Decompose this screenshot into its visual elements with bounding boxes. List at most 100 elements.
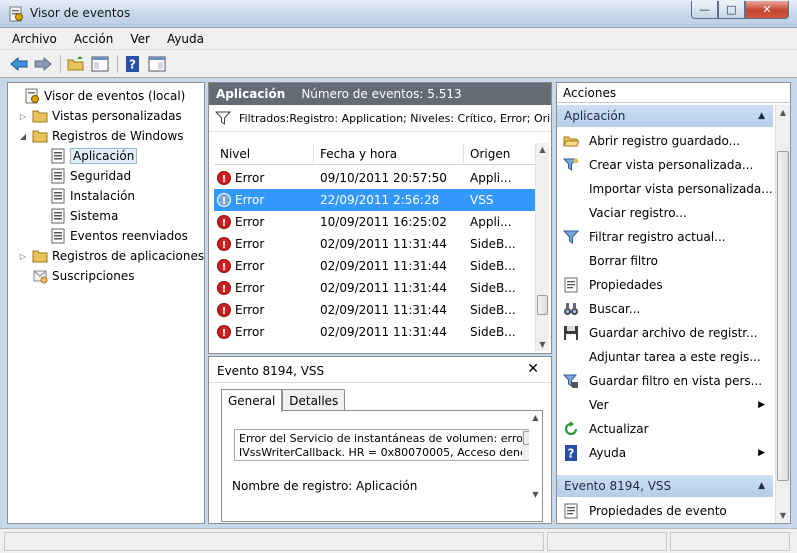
collapse-section-icon[interactable]: ▲	[758, 481, 765, 491]
menu-ver[interactable]: Ver	[128, 30, 152, 48]
tree-item-registros-aplicaciones[interactable]: ▷ Registros de aplicaciones	[18, 246, 204, 266]
date-cell: 02/09/2011 11:31:44	[320, 237, 447, 251]
action-filtrar-registro-actual[interactable]: Filtrar registro actual...	[557, 225, 773, 249]
table-row[interactable]: ! Error 22/09/2011 2:56:28 VSS	[214, 189, 536, 211]
action-propiedades[interactable]: Propiedades	[557, 273, 773, 297]
date-cell: 22/09/2011 2:56:28	[320, 193, 440, 207]
folder-icon	[32, 110, 48, 123]
action-guardar-filtro-en-vista-pers[interactable]: Guardar filtro en vista pers...	[557, 369, 773, 393]
close-detail-icon[interactable]: ✕	[527, 361, 539, 377]
table-row[interactable]: ! Error 02/09/2011 11:31:44 SideB...	[214, 233, 536, 255]
filter-create-icon	[563, 158, 579, 171]
actions-scrollbar[interactable]: ▲ ▼	[775, 105, 790, 523]
blank-icon	[563, 349, 579, 365]
action-borrar-filtro[interactable]: Borrar filtro	[557, 249, 773, 273]
forward-arrow-icon	[34, 56, 52, 71]
help-icon: ?	[565, 445, 577, 461]
actions-section-evento[interactable]: Evento 8194, VSS ▲	[557, 475, 773, 497]
menu-archivo[interactable]: Archivo	[10, 30, 59, 48]
detail-tabs: General Detalles	[221, 389, 346, 412]
error-icon: !	[217, 303, 231, 317]
source-cell: SideB...	[470, 259, 516, 273]
column-nivel[interactable]: Nivel	[214, 143, 314, 165]
log-icon	[51, 228, 65, 244]
table-row[interactable]: ! Error 02/09/2011 11:31:44 SideB...	[214, 321, 536, 343]
scroll-up-icon[interactable]: ▲	[776, 108, 790, 117]
event-list-scrollbar[interactable]: ▲ ▼	[535, 143, 549, 351]
scroll-thumb[interactable]	[777, 151, 789, 481]
action-vaciar-registro[interactable]: Vaciar registro...	[557, 201, 773, 225]
level-cell: ! Error	[217, 189, 313, 211]
tree-item-sistema[interactable]: Sistema	[36, 206, 118, 226]
tree-item-seguridad[interactable]: Seguridad	[36, 166, 131, 186]
collapse-arrow-icon[interactable]: ◢	[18, 131, 28, 141]
action-buscar[interactable]: Buscar...	[557, 297, 773, 321]
svg-text:!: !	[222, 174, 227, 185]
up-folder-button[interactable]	[65, 53, 87, 75]
show-hide-action-pane-button[interactable]	[146, 53, 168, 75]
show-hide-tree-button[interactable]	[89, 53, 111, 75]
scroll-down-icon[interactable]: ▼	[529, 490, 542, 499]
tree-item-suscripciones[interactable]: Suscripciones	[18, 266, 134, 286]
expand-arrow-icon[interactable]: ▷	[18, 251, 28, 261]
menu-ayuda[interactable]: Ayuda	[165, 30, 206, 48]
date-cell: 02/09/2011 11:31:44	[320, 281, 447, 295]
minimize-button[interactable]: —	[691, 1, 718, 19]
log-icon	[51, 208, 65, 224]
tree-item-registros-windows[interactable]: ◢ Registros de Windows	[18, 126, 184, 146]
scroll-thumb[interactable]	[537, 295, 548, 315]
detail-scrollbar[interactable]: ▲ ▼	[529, 411, 542, 521]
tree-item-local[interactable]: Visor de eventos (local)	[10, 86, 185, 106]
scroll-down-icon[interactable]: ▼	[776, 511, 790, 520]
source-cell: Appli...	[470, 215, 512, 229]
menu-accion[interactable]: Acción	[72, 30, 115, 48]
column-fecha-hora[interactable]: Fecha y hora	[314, 143, 464, 165]
scroll-up-icon[interactable]: ▲	[529, 413, 542, 422]
tree-item-instalacion[interactable]: Instalación	[36, 186, 135, 206]
action-ayuda[interactable]: ? Ayuda ▶	[557, 441, 773, 465]
event-message[interactable]: Error del Servicio de instantáneas de vo…	[234, 429, 536, 461]
event-table: Nivel Fecha y hora Origen ! Error 09/10/20…	[214, 143, 536, 351]
help-icon: ?	[126, 55, 139, 72]
action-abrir-registro-guardado[interactable]: Abrir registro guardado...	[557, 129, 773, 153]
table-row[interactable]: ! Error 09/10/2011 20:57:50 Appli...	[214, 167, 536, 189]
blank-icon	[563, 181, 579, 197]
level-cell: ! Error	[217, 321, 313, 343]
tab-general[interactable]: General	[221, 389, 283, 412]
column-origen[interactable]: Origen	[464, 143, 536, 165]
action-crear-vista-personalizada[interactable]: Crear vista personalizada...	[557, 153, 773, 177]
general-tab-body: Error del Servicio de instantáneas de vo…	[221, 410, 543, 522]
table-row[interactable]: ! Error 02/09/2011 11:31:44 SideB...	[214, 299, 536, 321]
svg-text:!: !	[222, 284, 227, 295]
scroll-up-icon[interactable]: ▲	[536, 145, 549, 154]
svg-text:!: !	[222, 262, 227, 273]
tab-detalles[interactable]: Detalles	[282, 389, 346, 411]
help-button[interactable]: ?	[122, 53, 144, 75]
level-cell: ! Error	[217, 277, 313, 299]
log-title: Aplicación	[216, 87, 286, 101]
action-propiedades-de-evento[interactable]: Propiedades de evento	[557, 499, 773, 523]
table-row[interactable]: ! Error 10/09/2011 16:25:02 Appli...	[214, 211, 536, 233]
expand-arrow-icon[interactable]: ▷	[18, 111, 28, 121]
tree-item-vistas-personalizadas[interactable]: ▷ Vistas personalizadas	[18, 106, 182, 126]
scroll-down-icon[interactable]: ▼	[536, 340, 549, 349]
actions-section-aplicacion[interactable]: Aplicación ▲	[557, 105, 773, 127]
collapse-section-icon[interactable]: ▲	[758, 111, 765, 121]
level-cell: ! Error	[217, 299, 313, 321]
tree-item-aplicacion[interactable]: Aplicación	[36, 146, 138, 166]
level-cell: ! Error	[217, 211, 313, 233]
forward-button[interactable]	[32, 53, 54, 75]
action-actualizar[interactable]: Actualizar	[557, 417, 773, 441]
save-icon	[564, 326, 578, 340]
close-button[interactable]: ✕	[745, 1, 789, 19]
table-row[interactable]: ! Error 02/09/2011 11:31:44 SideB...	[214, 277, 536, 299]
maximize-button[interactable]: □	[718, 1, 745, 19]
back-button[interactable]	[8, 53, 30, 75]
blank-icon	[563, 397, 579, 413]
action-adjuntar-tarea-a-este-regis[interactable]: Adjuntar tarea a este regis...	[557, 345, 773, 369]
action-importar-vista-personalizada[interactable]: Importar vista personalizada...	[557, 177, 773, 201]
action-ver[interactable]: Ver ▶	[557, 393, 773, 417]
tree-item-eventos-reenviados[interactable]: Eventos reenviados	[36, 226, 188, 246]
table-row[interactable]: ! Error 02/09/2011 11:31:44 SideB...	[214, 255, 536, 277]
action-guardar-archivo-de-registr[interactable]: Guardar archivo de registr...	[557, 321, 773, 345]
